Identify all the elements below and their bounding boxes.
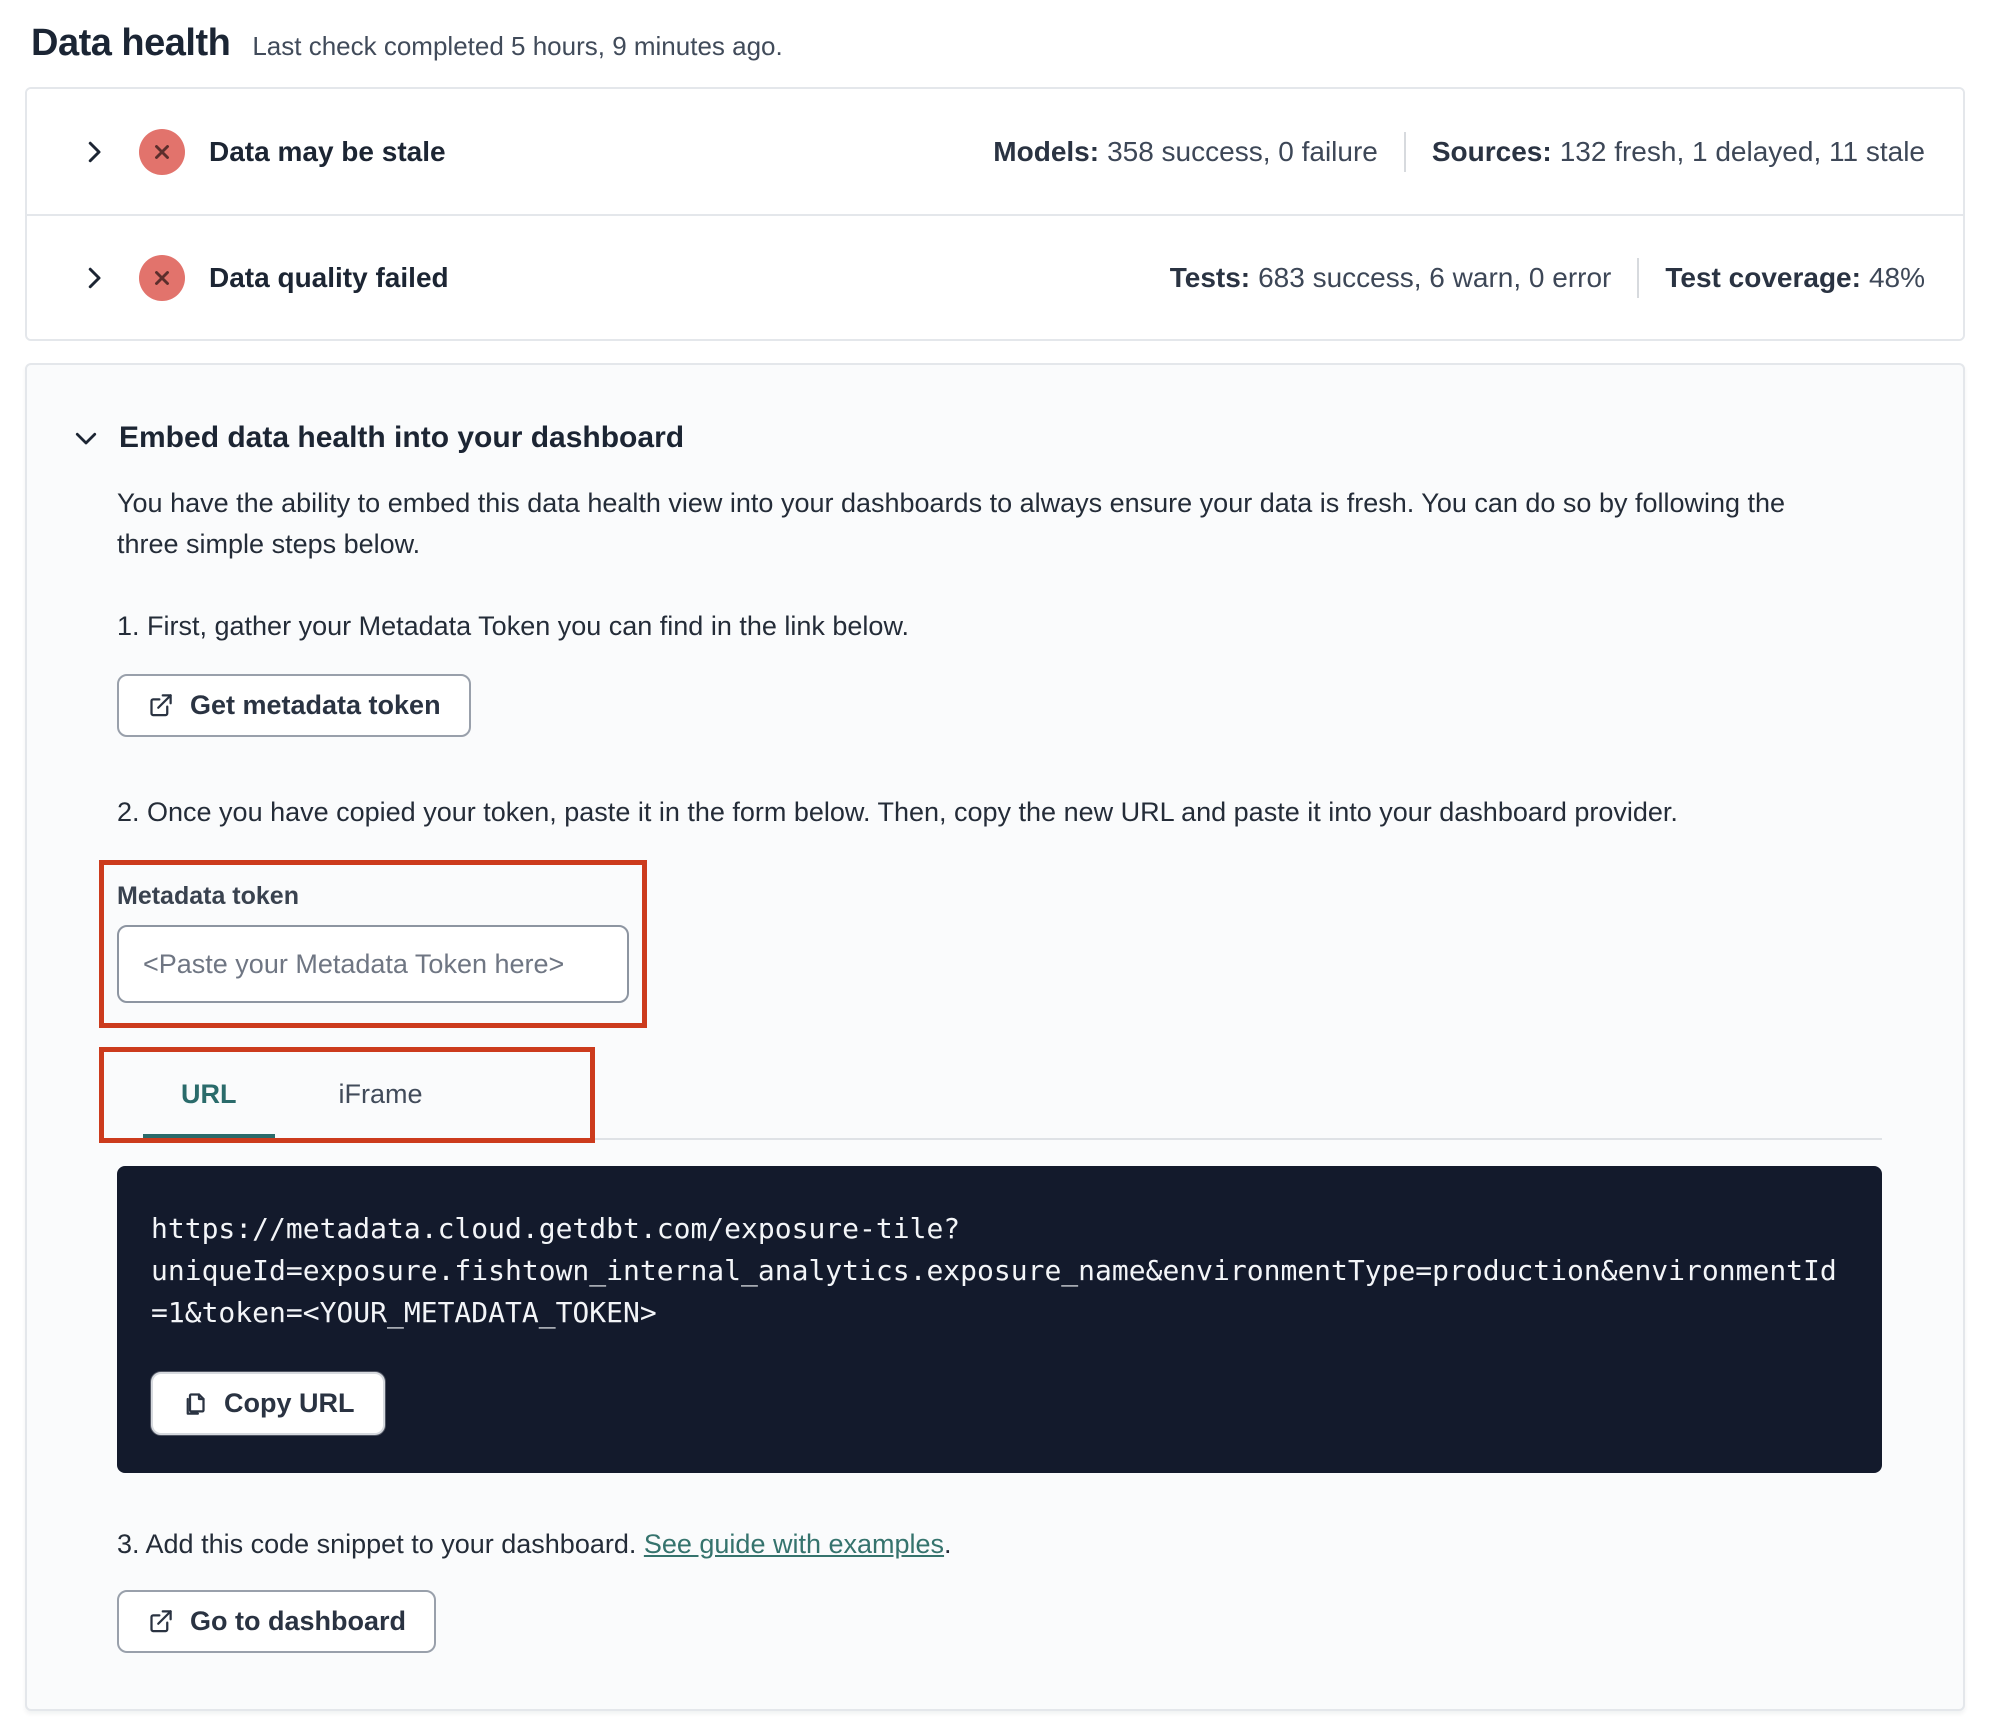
embed-section-body: You have the ability to embed this data …: [71, 483, 1882, 1653]
page-header: Data health Last check completed 5 hours…: [25, 16, 1965, 87]
error-x-circle-icon: [139, 254, 185, 301]
metadata-token-label: Metadata token: [117, 882, 299, 910]
external-link-icon: [150, 1610, 172, 1633]
get-metadata-token-label: Get metadata token: [190, 690, 441, 720]
embed-format-tabs: URL iFrame: [99, 1047, 1882, 1143]
embed-description: You have the ability to embed this data …: [117, 488, 1786, 559]
last-check-status: Last check completed 5 hours, 9 minutes …: [252, 31, 783, 61]
status-card: Data may be stale Models: 358 success, 0…: [25, 87, 1965, 341]
external-link-icon: [150, 694, 172, 717]
tab-iframe[interactable]: iFrame: [301, 1059, 461, 1140]
step3-text: 3. Add this code snippet to your dashboa…: [117, 1529, 1875, 1560]
step3-text-before: 3. Add this code snippet to your dashboa…: [117, 1529, 644, 1559]
stat-value: 132 fresh, 1 delayed, 11 stale: [1559, 135, 1925, 167]
see-guide-link[interactable]: See guide with examples: [644, 1529, 944, 1559]
step2-text: 2. Once you have copied your token, past…: [117, 797, 1678, 827]
embed-url-code-block: https://metadata.cloud.getdbt.com/exposu…: [117, 1166, 1882, 1473]
stat-label: Test coverage:: [1665, 261, 1861, 293]
stat-divider: [1637, 257, 1640, 298]
embed-section-card: Embed data health into your dashboard Yo…: [25, 363, 1965, 1711]
step3-text-after: .: [944, 1529, 952, 1559]
chevron-right-icon[interactable]: [79, 137, 109, 167]
code-line: =1&token=<YOUR_METADATA_TOKEN>: [151, 1296, 657, 1329]
copy-icon: [186, 1393, 205, 1415]
status-row-quality-left: Data quality failed: [79, 254, 449, 301]
stat-value: 48%: [1868, 261, 1925, 293]
chevron-down-icon[interactable]: [71, 423, 101, 453]
stat-value: 358 success, 0 failure: [1107, 135, 1378, 167]
data-health-page: Data health Last check completed 5 hours…: [0, 0, 1990, 1731]
status-row-quality-stats: Tests: 683 success, 6 warn, 0 error Test…: [1169, 257, 1925, 298]
metadata-token-form: Metadata token URL iFrame: [99, 860, 1882, 1143]
status-row-title: Data may be stale: [209, 135, 446, 167]
stat-label: Models:: [993, 135, 1100, 167]
status-row-stale-stats: Models: 358 success, 0 failure Sources: …: [993, 131, 1925, 172]
embed-section-title: Embed data health into your dashboard: [119, 421, 685, 454]
stat-label: Tests:: [1169, 261, 1251, 293]
page-title: Data health: [31, 22, 231, 64]
go-to-dashboard-button[interactable]: Go to dashboard: [117, 1590, 436, 1653]
stat-label: Sources:: [1431, 135, 1552, 167]
copy-url-label: Copy URL: [224, 1388, 355, 1418]
chevron-right-icon[interactable]: [79, 263, 109, 293]
error-x-circle-icon: [139, 128, 185, 175]
embed-section-header[interactable]: Embed data health into your dashboard: [71, 421, 1875, 455]
copy-url-button[interactable]: Copy URL: [151, 1372, 385, 1435]
stat-value: 683 success, 6 warn, 0 error: [1258, 261, 1612, 293]
status-row-stale-left: Data may be stale: [79, 128, 446, 175]
code-line: https://metadata.cloud.getdbt.com/exposu…: [151, 1212, 961, 1245]
go-to-dashboard-label: Go to dashboard: [190, 1606, 406, 1636]
code-line: uniqueId=exposure.fishtown_internal_anal…: [151, 1254, 1837, 1287]
stat-divider: [1403, 131, 1406, 172]
get-metadata-token-button[interactable]: Get metadata token: [117, 674, 471, 737]
status-row-title: Data quality failed: [209, 261, 449, 293]
metadata-token-input[interactable]: [117, 925, 629, 1003]
tab-url[interactable]: URL: [143, 1059, 275, 1140]
step1-text: 1. First, gather your Metadata Token you…: [117, 611, 909, 641]
status-row-stale[interactable]: Data may be stale Models: 358 success, 0…: [27, 89, 1963, 214]
status-row-quality[interactable]: Data quality failed Tests: 683 success, …: [27, 214, 1963, 339]
